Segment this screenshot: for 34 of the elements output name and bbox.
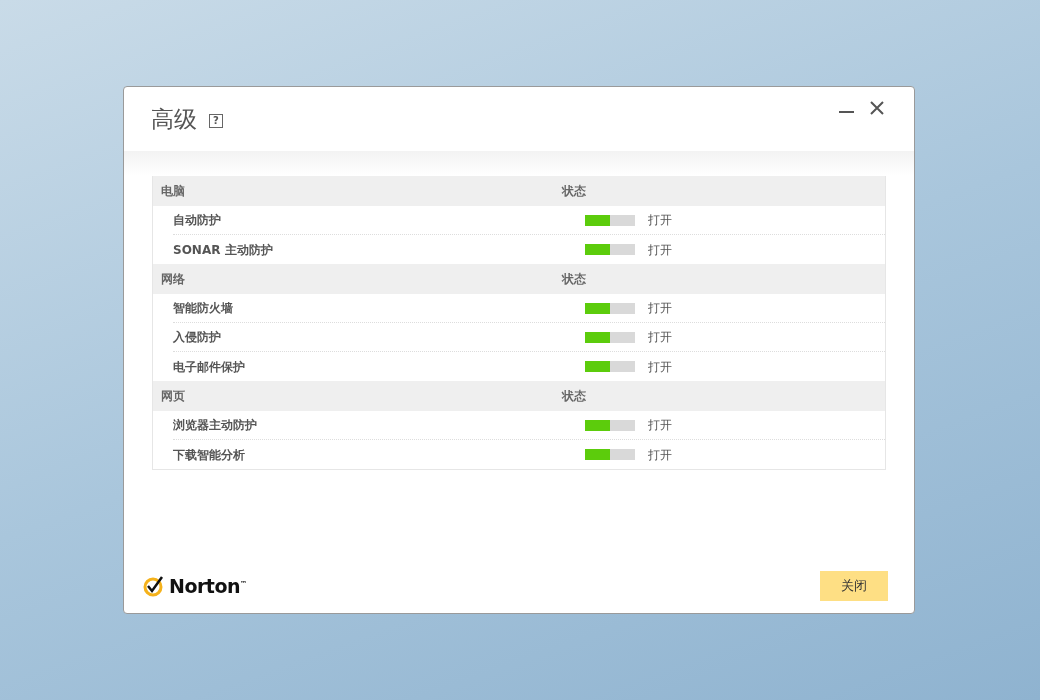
status-text: 打开 — [648, 358, 672, 376]
status-text: 打开 — [648, 300, 672, 317]
status-text: 打开 — [648, 212, 672, 229]
toggle-switch[interactable] — [585, 419, 635, 431]
feature-name: 智能防火墙 — [173, 300, 234, 317]
feature-name: 浏览器主动防护 — [173, 417, 258, 434]
brand-logo: Norton$^{™}$ — [169, 573, 247, 599]
feature-name: SONAR 主动防护 — [173, 241, 274, 259]
status-text: 打开 — [648, 329, 672, 346]
section-heading: 网络 — [160, 271, 186, 288]
close-button[interactable]: 关闭 — [820, 571, 888, 601]
window-title: 高级 — [151, 104, 197, 134]
toggle-switch[interactable] — [585, 214, 635, 226]
section-heading: 电脑 — [160, 183, 186, 200]
column-heading: 状态 — [562, 388, 586, 405]
feature-name: 下载智能分析 — [173, 446, 246, 464]
feature-name: 电子邮件保护 — [173, 358, 246, 376]
column-heading: 状态 — [562, 183, 586, 200]
help-button[interactable]: ? — [209, 114, 223, 128]
toggle-switch[interactable] — [585, 331, 635, 343]
minimize-icon — [839, 110, 854, 113]
toggle-switch[interactable] — [585, 449, 635, 460]
status-text: 打开 — [648, 446, 672, 464]
feature-name: 入侵防护 — [173, 329, 222, 346]
status-text: 打开 — [648, 241, 672, 259]
feature-name: 自动防护 — [173, 212, 222, 229]
column-heading: 状态 — [562, 271, 586, 288]
checkmark-logo-icon — [143, 575, 165, 597]
toggle-switch[interactable] — [585, 244, 635, 255]
section-heading: 网页 — [160, 388, 186, 405]
status-text: 打开 — [648, 417, 672, 434]
toggle-switch[interactable] — [585, 361, 635, 372]
toggle-switch[interactable] — [585, 302, 635, 314]
close-icon — [870, 101, 884, 115]
